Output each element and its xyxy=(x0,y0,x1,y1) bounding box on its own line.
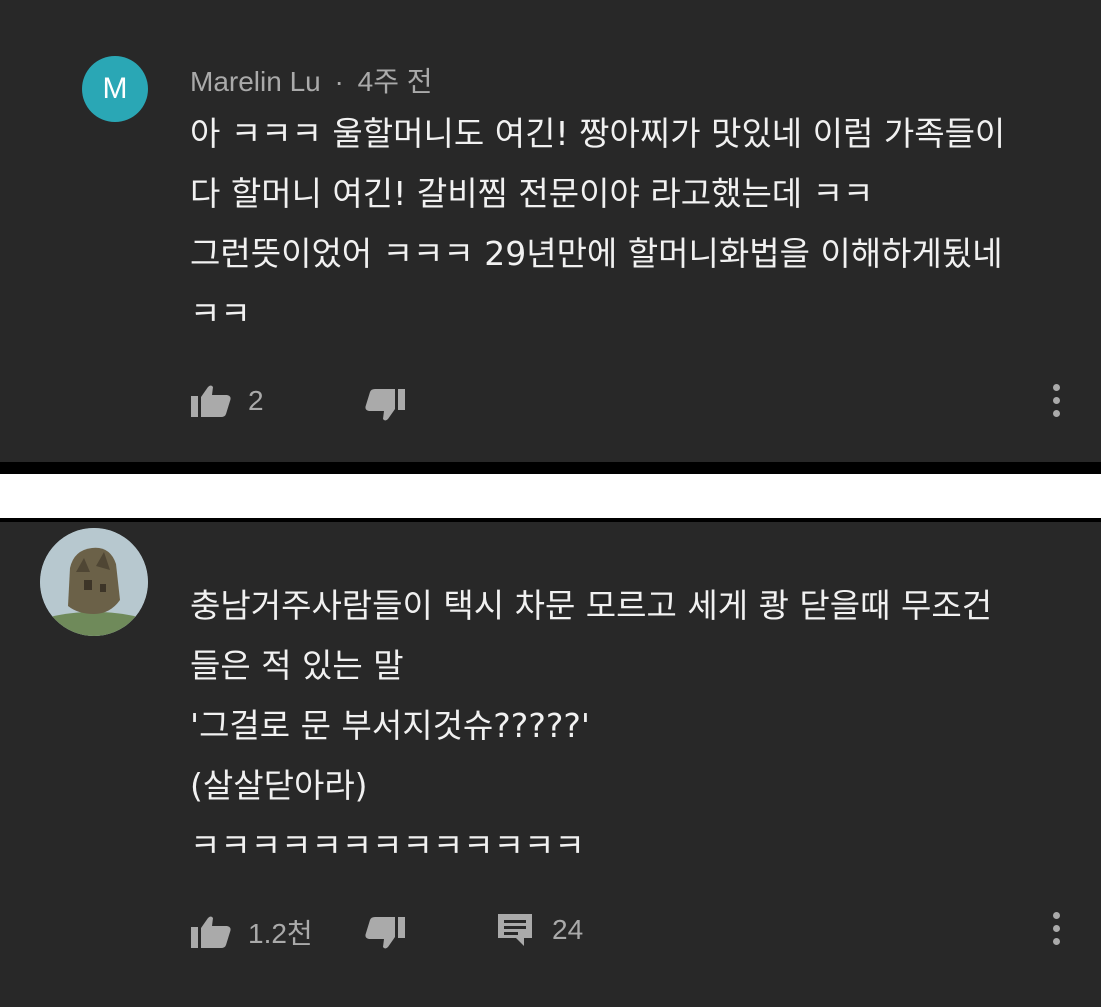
more-options-icon[interactable] xyxy=(1048,912,1064,952)
avatar[interactable] xyxy=(40,528,148,636)
thumbs-down-icon xyxy=(362,916,406,950)
like-button[interactable]: 1.2천 xyxy=(190,912,313,952)
comment-card-2: 충남거주사람들이 택시 차문 모르고 세게 쾅 닫을때 무조건 들은 적 있는 … xyxy=(0,518,1101,1007)
author-name[interactable]: Marelin Lu xyxy=(190,66,321,97)
reply-count: 24 xyxy=(552,914,584,945)
thumbs-up-icon xyxy=(190,915,234,949)
comment-icon xyxy=(496,912,534,948)
avatar[interactable]: M xyxy=(82,56,148,122)
comment-text: 충남거주사람들이 택시 차문 모르고 세게 쾅 닫을때 무조건 들은 적 있는 … xyxy=(190,586,993,865)
castle-avatar-icon xyxy=(40,528,148,636)
comment-card-1: M Marelin Lu · 4주 전 아 ㅋㅋㅋ 울할머니도 여긴! 짱아찌가… xyxy=(0,0,1101,474)
comment-meta: Marelin Lu · 4주 전 xyxy=(190,60,433,100)
comment-time[interactable]: 4주 전 xyxy=(358,66,433,97)
dislike-button[interactable] xyxy=(362,388,406,422)
like-count: 1.2천 xyxy=(248,918,313,949)
comment-text: 아 ㅋㅋㅋ 울할머니도 여긴! 짱아찌가 맛있네 이럼 가족들이 다 할머니 여… xyxy=(190,114,1006,333)
replies-button[interactable]: 24 xyxy=(496,912,583,948)
dislike-button[interactable] xyxy=(362,916,406,950)
thumbs-up-icon xyxy=(190,384,234,418)
more-options-icon[interactable] xyxy=(1048,384,1064,424)
like-count: 2 xyxy=(248,385,264,416)
like-button[interactable]: 2 xyxy=(190,384,264,418)
meta-separator: · xyxy=(334,66,344,97)
thumbs-down-icon xyxy=(362,388,406,422)
avatar-letter: M xyxy=(102,72,128,105)
